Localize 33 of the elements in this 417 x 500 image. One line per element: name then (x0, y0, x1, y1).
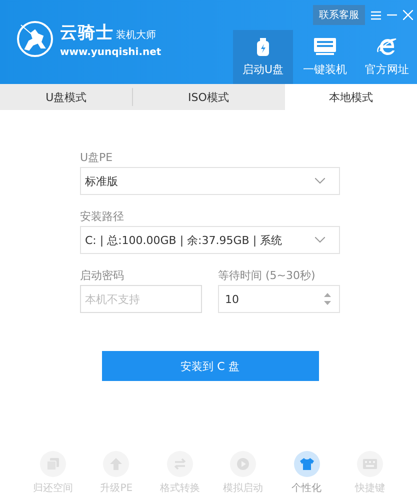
spinner-arrows-icon[interactable] (324, 292, 331, 306)
keyboard-icon (362, 459, 377, 469)
play-icon (237, 458, 250, 470)
field-label: 等待时间 (5~30秒) (218, 268, 316, 282)
brand-title: 云骑士 (60, 22, 114, 44)
field-label: 启动密码 (80, 268, 125, 282)
chevron-down-icon (315, 178, 325, 184)
copy-icon (47, 458, 59, 470)
tool-button[interactable]: 个性化 (284, 451, 330, 495)
browser-icon (377, 38, 397, 56)
close-icon[interactable] (403, 10, 413, 20)
path-select[interactable]: C: | 总:100.00GB | 余:37.95GB | 系统 (80, 226, 340, 254)
shirt-icon (300, 458, 314, 470)
minimize-icon[interactable] (387, 14, 397, 16)
nav-item[interactable]: 官方网址 (357, 30, 417, 84)
nav-item[interactable]: 启动U盘 (233, 30, 293, 84)
usb-drive-icon (256, 38, 270, 56)
field-label: U盘PE (80, 150, 114, 164)
contact-button[interactable]: 联系客服 (313, 5, 365, 25)
nav-item[interactable]: 一键装机 (295, 30, 355, 84)
up-arrow-icon (110, 458, 122, 470)
chevron-down-icon (315, 237, 325, 243)
menu-icon[interactable] (371, 10, 381, 20)
mode-tab[interactable]: 本地模式 (284, 84, 417, 110)
pe-select[interactable]: 标准版 (80, 167, 340, 195)
brand-subtitle: 装机大师 (116, 28, 156, 42)
website-url: www.yunqishi.net (60, 46, 162, 58)
knight-logo (16, 20, 54, 58)
swap-arrows-icon (174, 458, 186, 470)
monitor-icon (314, 38, 336, 56)
install-button[interactable]: 安装到 C 盘 (102, 351, 318, 381)
wait-time-spinner[interactable]: 10 (218, 285, 340, 313)
field-label: 安装路径 (80, 209, 125, 223)
